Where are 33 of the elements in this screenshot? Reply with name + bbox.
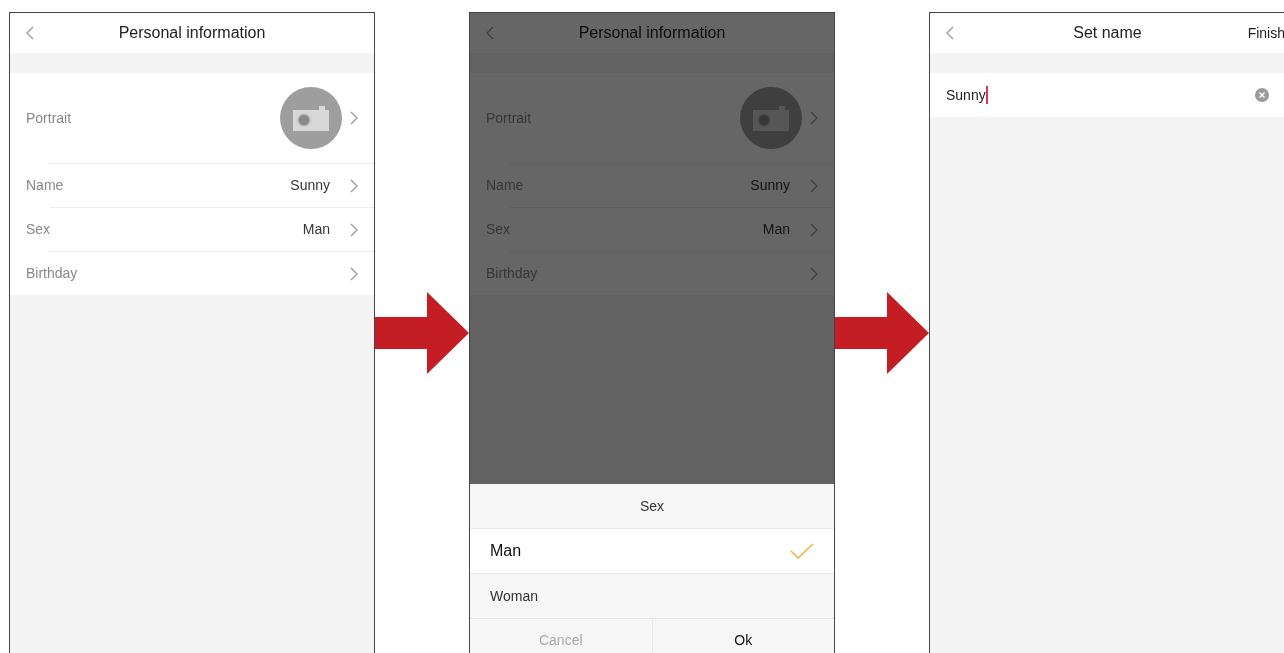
finish-button[interactable]: Finish (1247, 22, 1284, 44)
arrow-right-icon (835, 291, 929, 374)
name-field[interactable]: Sunny (930, 73, 1284, 117)
chevron-right-icon (810, 178, 818, 193)
sheet-button[interactable]: Ok (651, 619, 834, 653)
clear-icon[interactable] (1255, 88, 1269, 102)
back-icon[interactable] (486, 26, 494, 40)
checkmark-icon (790, 543, 814, 559)
sheet-title: Sex (639, 496, 665, 516)
row-value: Sunny (290, 176, 330, 195)
row-value: Man (302, 220, 330, 239)
row-value: Man (762, 220, 790, 239)
screen-title: Personal information (118, 23, 266, 43)
option-item[interactable]: Man (470, 528, 834, 573)
chevron-right-icon (350, 111, 358, 125)
row-value: Sunny (750, 176, 790, 195)
chevron-right-icon (810, 222, 818, 237)
chevron-right-icon (350, 266, 358, 281)
field-value: Sunny (946, 85, 986, 105)
screen-title: Personal information (578, 23, 726, 43)
chevron-right-icon (810, 111, 818, 125)
arrow-right-icon (375, 291, 469, 374)
chevron-right-icon (350, 178, 358, 193)
row-label: Portrait (26, 108, 72, 128)
row-label: Sex (26, 220, 51, 239)
back-icon[interactable] (26, 26, 34, 40)
chevron-right-icon (350, 222, 358, 237)
row-label: Birthday (26, 264, 78, 283)
screen-title: Set name (1073, 23, 1142, 43)
row-label: Name (26, 176, 64, 195)
back-icon[interactable] (946, 26, 954, 40)
text-cursor (985, 86, 988, 104)
chevron-right-icon (810, 266, 818, 281)
